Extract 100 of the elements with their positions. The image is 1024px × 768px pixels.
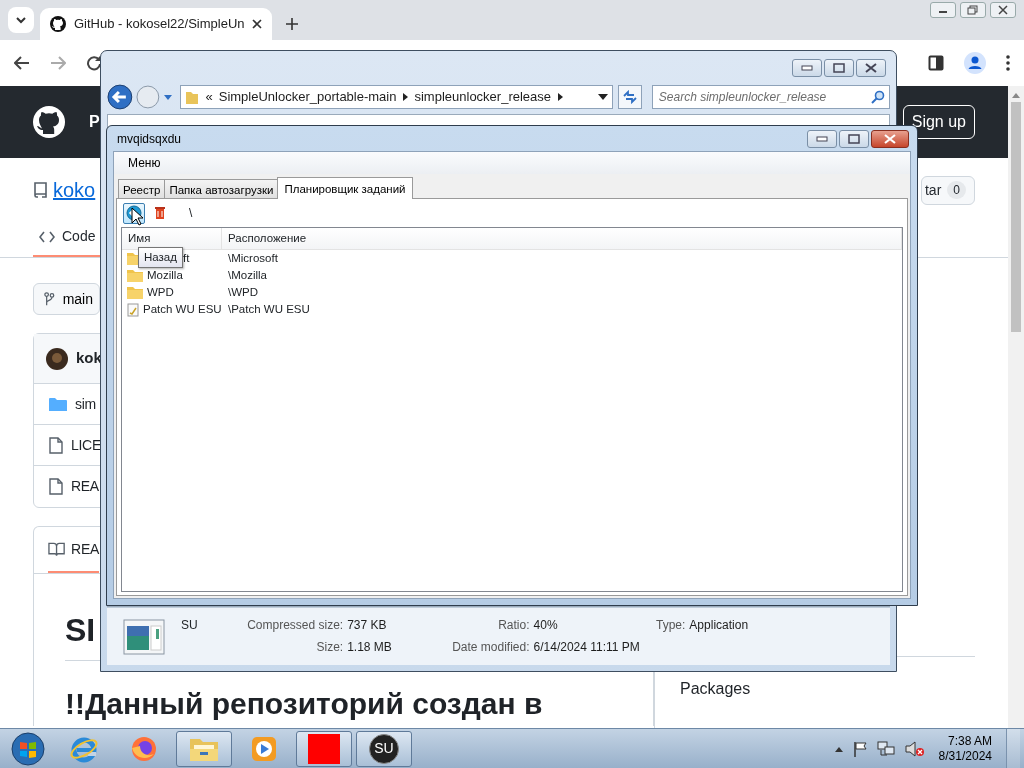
trash-icon (154, 206, 166, 220)
list-cell[interactable]: \Mozilla (222, 266, 267, 285)
detail-value: 737 KB (347, 617, 388, 634)
file-link[interactable]: REA (71, 476, 99, 497)
star-button[interactable]: tar 0 (921, 175, 975, 205)
clock[interactable]: 7:38 AM 8/31/2024 (934, 733, 996, 764)
star-count: 0 (947, 181, 966, 199)
chevron-right-icon[interactable] (402, 93, 409, 101)
list-cell[interactable]: \Patch WU ESU (222, 300, 310, 319)
chevron-right-icon[interactable] (557, 93, 564, 101)
maximize-button[interactable] (824, 58, 854, 77)
close-button[interactable] (856, 58, 886, 77)
folder-icon (49, 396, 67, 412)
window-title: mvqidsqxdu (117, 130, 182, 148)
scroll-up-icon (1012, 92, 1020, 98)
tab[interactable]: Папка автозагрузки (164, 179, 279, 198)
network-icon[interactable] (876, 740, 895, 757)
repo-icon (33, 182, 47, 198)
file-link[interactable]: LICE (71, 434, 101, 456)
chevron-down-icon (15, 16, 27, 24)
four-pane-logo-icon (11, 731, 45, 766)
cursor-icon (131, 207, 143, 226)
scrollbar-thumb[interactable] (1011, 102, 1021, 332)
maximize-icon (848, 133, 860, 144)
taskbar-button[interactable] (296, 730, 352, 767)
file-link[interactable]: sim (75, 393, 96, 415)
list-cell[interactable]: Mozilla (147, 266, 183, 285)
menu-icon[interactable] (1006, 55, 1010, 71)
search-icon[interactable] (871, 90, 885, 104)
commit-author: kok (76, 348, 102, 369)
header-text: P (89, 112, 100, 132)
app-square-icon[interactable] (308, 733, 340, 764)
muted-speaker-icon[interactable] (904, 740, 925, 757)
close-icon[interactable] (252, 19, 262, 29)
app-thumbnail-icon (123, 618, 165, 655)
close-button[interactable] (871, 129, 909, 148)
taskbar-button[interactable]: SU (356, 730, 412, 767)
detail-label: Size: (315, 639, 344, 656)
list-cell[interactable]: Patch WU ESU (143, 300, 222, 319)
tooltip: Назад (138, 247, 183, 269)
menu-item[interactable]: Меню (120, 154, 169, 172)
overflow-button[interactable]: « (205, 87, 213, 107)
tab[interactable]: Планировщик заданий (277, 177, 413, 199)
app-logo[interactable]: SU (369, 733, 399, 764)
scrollbar[interactable] (1008, 86, 1024, 728)
detail-label: Type: (656, 617, 686, 634)
breadcrumb[interactable]: SimpleUnlocker_portable-main (218, 87, 397, 107)
detail-value: Application (689, 617, 749, 634)
tab-title: GitHub - kokosel22/SimpleUn (74, 15, 244, 34)
logo-icon (50, 16, 66, 32)
detail-label: Ratio: (497, 617, 530, 634)
detail-value: 1.18 MB (347, 639, 393, 656)
avatar-icon (46, 347, 68, 370)
list-cell[interactable]: \WPD (222, 283, 259, 302)
detail-label: Compressed size: (246, 617, 344, 634)
repo-link[interactable]: koko (53, 175, 96, 205)
task-icon (127, 302, 139, 317)
file-icon (49, 436, 63, 454)
plus-icon[interactable] (286, 18, 298, 30)
list-cell[interactable]: ft (183, 249, 190, 268)
caret-up-icon[interactable] (834, 745, 843, 752)
back-button[interactable] (107, 84, 133, 110)
refresh-icon (621, 90, 638, 104)
maximize-button[interactable] (839, 129, 869, 148)
restore-button[interactable] (960, 2, 986, 18)
minimize-icon (801, 64, 813, 71)
profile-icon[interactable] (964, 52, 986, 74)
list-cell[interactable]: \Microsoft (222, 249, 278, 268)
search-field[interactable]: Search simpleunlocker_release (651, 85, 890, 109)
browser-tab[interactable]: GitHub - kokosel22/SimpleUn (40, 8, 272, 40)
maximize-icon (833, 62, 845, 73)
taskbar-button[interactable] (176, 730, 232, 767)
show-desktop-button[interactable] (1006, 728, 1020, 768)
history-dropdown-icon[interactable] (162, 93, 173, 101)
detail-value: 6/14/2024 11:11 PM (533, 639, 641, 656)
code-icon (39, 230, 55, 243)
media-player-icon[interactable] (251, 735, 277, 762)
close-button[interactable] (990, 2, 1016, 18)
column-header[interactable]: Расположение (222, 228, 902, 249)
close-icon (865, 62, 877, 73)
refresh-button[interactable] (618, 85, 642, 109)
branch-button[interactable]: main (33, 283, 100, 315)
address-bar[interactable]: « SimpleUnlocker_portable-main simpleunlocker_release (180, 85, 613, 109)
dropdown-icon[interactable] (598, 94, 608, 100)
file-name: SU (181, 617, 199, 634)
minimize-icon (816, 135, 828, 142)
reload-icon[interactable] (86, 55, 102, 71)
breadcrumb[interactable]: simpleunlocker_release (414, 87, 552, 107)
sidebar-icon[interactable] (928, 55, 944, 71)
tab-list-button[interactable] (8, 7, 34, 33)
tab[interactable]: Реестр (118, 179, 166, 198)
close-icon (884, 133, 896, 144)
minimize-button[interactable] (930, 2, 956, 18)
list-cell[interactable]: WPD (147, 283, 174, 302)
flag-icon[interactable] (852, 740, 867, 757)
back-icon[interactable] (14, 56, 30, 70)
book-icon (48, 541, 66, 557)
branch-icon (44, 291, 55, 307)
folder-icon (185, 89, 200, 105)
folder-icon (127, 286, 143, 299)
